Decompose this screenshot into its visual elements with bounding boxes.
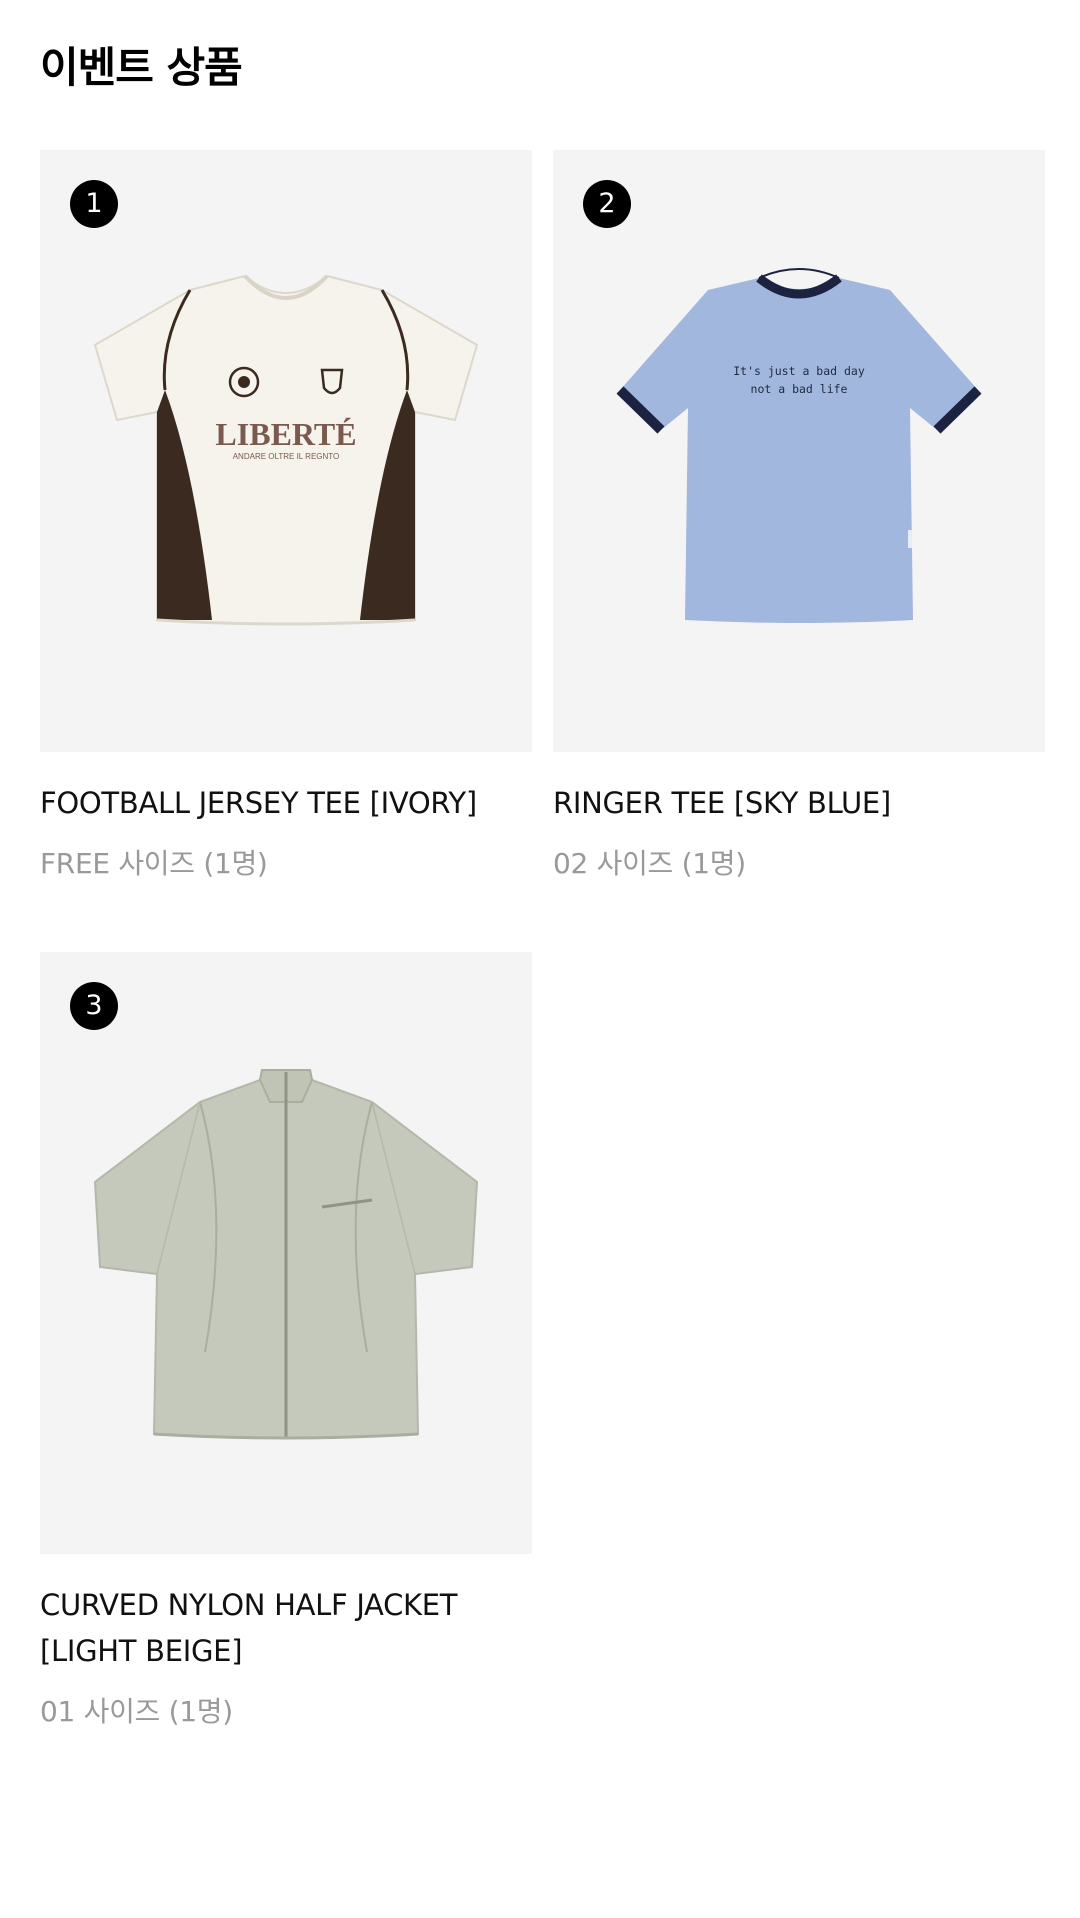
ringer-tee-print-line1: It's just a bad day — [733, 364, 865, 378]
product-size-winners: 02 사이즈 (1명) — [553, 847, 746, 880]
product-size-winners: FREE 사이즈 (1명) — [40, 847, 268, 880]
football-jersey-tee-image: LIBERTÉ ANDARE OLTRE IL REGNTO — [93, 274, 479, 626]
event-products-page: 이벤트 상품 LIBERTÉ ANDARE OLTRE IL REGNTO 1 … — [0, 0, 1080, 1918]
rank-badge: 2 — [583, 180, 631, 228]
nylon-half-jacket-image — [93, 1069, 479, 1440]
product-image-container[interactable]: 3 — [40, 952, 532, 1554]
product-card-2[interactable]: It's just a bad day not a bad life 2 RIN… — [553, 150, 1045, 884]
product-name[interactable]: RINGER TEE [SKY BLUE] — [553, 780, 1045, 826]
product-card-1[interactable]: LIBERTÉ ANDARE OLTRE IL REGNTO 1 FOOTBAL… — [40, 150, 532, 884]
ringer-tee-image: It's just a bad day not a bad life — [616, 268, 982, 623]
product-name[interactable]: CURVED NYLON HALF JACKET [LIGHT BEIGE] — [40, 1582, 532, 1674]
product-card-3[interactable]: 3 CURVED NYLON HALF JACKET [LIGHT BEIGE]… — [40, 952, 532, 1732]
rank-badge: 1 — [70, 180, 118, 228]
page-title: 이벤트 상품 — [40, 43, 243, 92]
rank-badge: 3 — [70, 982, 118, 1030]
jersey-print-sub: ANDARE OLTRE IL REGNTO — [233, 452, 340, 461]
ringer-tee-print-line2: not a bad life — [751, 382, 848, 396]
product-image-container[interactable]: It's just a bad day not a bad life 2 — [553, 150, 1045, 752]
jersey-print-main: LIBERTÉ — [215, 416, 356, 452]
product-name[interactable]: FOOTBALL JERSEY TEE [IVORY] — [40, 780, 532, 826]
product-image-container[interactable]: LIBERTÉ ANDARE OLTRE IL REGNTO 1 — [40, 150, 532, 752]
product-size-winners: 01 사이즈 (1명) — [40, 1695, 233, 1728]
